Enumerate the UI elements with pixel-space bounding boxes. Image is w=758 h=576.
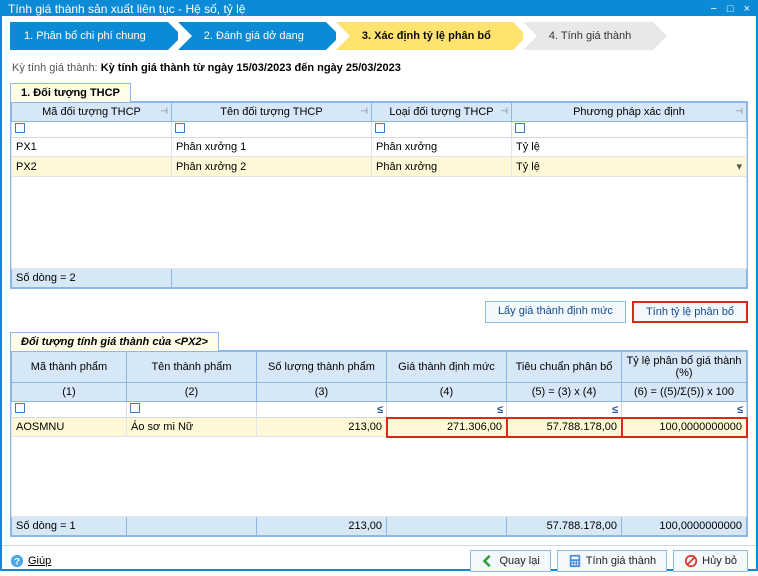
filter2-tc[interactable]: ≤ xyxy=(507,402,622,418)
grid-empty xyxy=(12,177,747,269)
filter2-ma[interactable] xyxy=(12,402,127,418)
pin-icon[interactable]: ⊣ xyxy=(160,106,168,117)
window-title: Tính giá thành sản xuất liên tục - Hệ số… xyxy=(8,2,245,16)
filter-icon xyxy=(15,403,25,413)
help-link[interactable]: ? Giúp xyxy=(10,554,51,568)
col2-tc[interactable]: Tiêu chuẩn phân bổ xyxy=(507,352,622,383)
filter2-sl[interactable]: ≤ xyxy=(257,402,387,418)
step-2[interactable]: 2. Đánh giá dở dang xyxy=(178,22,326,50)
grid2-footer-label: Số dòng = 1 xyxy=(12,517,127,536)
col2-ten[interactable]: Tên thành phẩm xyxy=(127,352,257,383)
section1-tab[interactable]: 1. Đối tượng THCP xyxy=(10,83,131,102)
step-3[interactable]: 3. Xác định tỷ lệ phân bổ xyxy=(336,22,513,50)
col-pp[interactable]: Phương pháp xác định⊣ xyxy=(512,103,747,122)
close-icon[interactable]: × xyxy=(744,3,750,15)
filter-pp[interactable] xyxy=(512,122,747,138)
cancel-icon xyxy=(684,554,698,568)
filter-icon xyxy=(375,123,385,133)
filter-loai[interactable] xyxy=(372,122,512,138)
step-1[interactable]: 1. Phân bổ chi phí chung xyxy=(10,22,168,50)
table-row[interactable]: AOSMNU Áo sơ mi Nữ 213,00 271.306,00 57.… xyxy=(12,418,747,437)
back-button[interactable]: Quay lại xyxy=(470,550,550,572)
pin-icon[interactable]: ⊣ xyxy=(500,106,508,117)
period-value: Kỳ tính giá thành từ ngày 15/03/2023 đến… xyxy=(101,62,401,74)
filter2-gt[interactable]: ≤ xyxy=(387,402,507,418)
col2-sl[interactable]: Số lượng thành phẩm xyxy=(257,352,387,383)
filter2-ten[interactable] xyxy=(127,402,257,418)
filter-icon xyxy=(130,403,140,413)
calc-button[interactable]: Tính giá thành xyxy=(557,550,667,572)
step-nav: 1. Phân bổ chi phí chung 2. Đánh giá dở … xyxy=(10,22,748,50)
period-label: Kỳ tính giá thành: xyxy=(12,62,98,74)
col-ma[interactable]: Mã đối tượng THCP⊣ xyxy=(12,103,172,122)
grid2-empty xyxy=(12,437,747,517)
tinh-ty-le-button[interactable]: Tính tỷ lệ phân bổ xyxy=(632,301,748,323)
col2-gt[interactable]: Giá thành định mức xyxy=(387,352,507,383)
titlebar: Tính giá thành sản xuất liên tục - Hệ số… xyxy=(2,2,756,16)
pin-icon[interactable]: ⊣ xyxy=(360,106,368,117)
chevron-down-icon: ▾ xyxy=(736,160,742,173)
filter2-tl[interactable]: ≤ xyxy=(622,402,747,418)
col2-ma[interactable]: Mã thành phẩm xyxy=(12,352,127,383)
period-row: Kỳ tính giá thành: Kỳ tính giá thành từ … xyxy=(10,56,748,76)
table-row[interactable]: PX2 Phân xưởng 2 Phân xưởng Tỷ lệ▾ xyxy=(12,157,747,177)
step-4[interactable]: 4. Tính giá thành xyxy=(523,22,653,50)
grid1-footer: Số dòng = 2 xyxy=(12,269,172,288)
filter-icon xyxy=(175,123,185,133)
calculator-icon xyxy=(568,554,582,568)
section2-tab[interactable]: Đối tượng tính giá thành của <PX2> xyxy=(10,332,219,351)
arrow-left-icon xyxy=(481,554,495,568)
filter-icon xyxy=(15,123,25,133)
col-ten[interactable]: Tên đối tượng THCP⊣ xyxy=(172,103,372,122)
grid-thcp: Mã đối tượng THCP⊣ Tên đối tượng THCP⊣ L… xyxy=(10,101,748,289)
col-loai[interactable]: Loại đối tượng THCP⊣ xyxy=(372,103,512,122)
pin-icon[interactable]: ⊣ xyxy=(735,106,743,117)
pp-select[interactable]: Tỷ lệ▾ xyxy=(512,157,747,177)
restore-icon[interactable]: □ xyxy=(727,3,734,15)
table-row[interactable]: PX1 Phân xưởng 1 Phân xưởng Tỷ lệ xyxy=(12,138,747,157)
minimize-icon[interactable]: − xyxy=(710,3,716,15)
col2-tl[interactable]: Tỷ lệ phân bổ giá thành (%) xyxy=(622,352,747,383)
filter-icon xyxy=(515,123,525,133)
cancel-button[interactable]: Hủy bỏ xyxy=(673,550,748,572)
help-icon: ? xyxy=(10,554,24,568)
lay-gia-button[interactable]: Lấy giá thành định mức xyxy=(485,301,626,323)
window-controls: − □ × xyxy=(710,3,750,15)
svg-text:?: ? xyxy=(14,557,20,568)
filter-ma[interactable] xyxy=(12,122,172,138)
filter-ten[interactable] xyxy=(172,122,372,138)
